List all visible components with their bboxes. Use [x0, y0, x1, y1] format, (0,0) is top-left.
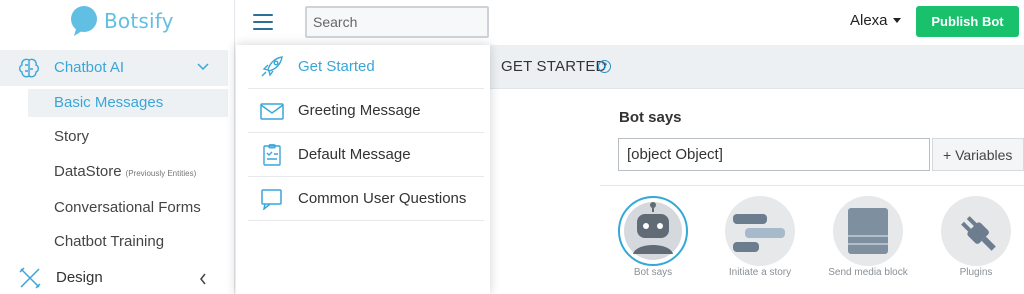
plug-icon: [961, 216, 996, 251]
sidebar-item-story[interactable]: Story: [28, 123, 228, 151]
sidebar-item-label: Story: [54, 128, 90, 145]
bot-says-input[interactable]: [619, 139, 929, 170]
menu-item-greeting-message[interactable]: Greeting Message: [248, 89, 484, 133]
variables-button[interactable]: + Variables: [932, 138, 1024, 171]
sidebar-item-conversational-forms[interactable]: Conversational Forms: [28, 194, 228, 222]
block-circle: [725, 196, 795, 266]
block-caption: Initiate a story: [728, 267, 792, 278]
block-circle: [941, 196, 1011, 266]
block-plugins[interactable]: Plugins: [921, 196, 1024, 286]
design-tools-icon: [19, 267, 41, 289]
brain-icon: [19, 58, 39, 78]
page-title: GET STARTED: [501, 58, 607, 75]
media-block-icon: [848, 208, 888, 254]
block-caption: Send media block: [828, 267, 908, 278]
block-circle: [833, 196, 903, 266]
menu-item-get-started[interactable]: Get Started: [248, 45, 484, 89]
chat-bubble-icon: [261, 189, 282, 210]
sidebar-item-label: Chatbot Training: [54, 233, 165, 250]
user-menu[interactable]: Alexa: [850, 12, 901, 29]
menu-item-label: Greeting Message: [298, 102, 421, 119]
menu-item-label: Common User Questions: [298, 190, 467, 207]
sidebar-item-chatbot-training[interactable]: Chatbot Training: [28, 228, 228, 256]
sidebar-item-label: Conversational Forms: [54, 199, 201, 216]
page-header: GET STARTED ?: [490, 45, 1024, 89]
user-name: Alexa: [850, 12, 888, 29]
sidebar-group-label: Design: [56, 269, 103, 286]
menu-toggle-icon[interactable]: [253, 14, 273, 30]
clipboard-icon: [263, 144, 281, 166]
sidebar-group-label: Chatbot AI: [54, 59, 125, 76]
menu-item-common-user-questions[interactable]: Common User Questions: [248, 177, 484, 221]
sidebar-item-basic-messages[interactable]: Basic Messages: [28, 89, 228, 117]
bot-says-field[interactable]: [618, 138, 930, 171]
sidebar-item-label: Basic Messages: [54, 94, 164, 111]
chevron-down-icon[interactable]: [196, 62, 210, 72]
sidebar-item-label: DataStore: [54, 163, 122, 180]
sidebar-item-datastore[interactable]: DataStore (Previously Entities): [28, 158, 228, 186]
sidebar-item-note: (Previously Entities): [125, 169, 197, 178]
sidebar-item-label-wrap: DataStore (Previously Entities): [54, 163, 196, 180]
block-circle: [618, 196, 688, 266]
rocket-icon: [261, 56, 283, 77]
brand-logo[interactable]: Botsify: [68, 4, 174, 38]
story-bars-icon: [733, 214, 785, 252]
chevron-left-icon[interactable]: [198, 272, 208, 286]
divider: [600, 185, 1024, 186]
block-caption: Bot says: [633, 267, 673, 278]
menu-item-label: Get Started: [298, 58, 375, 75]
block-initiate-story[interactable]: Initiate a story: [705, 196, 815, 286]
sidebar-group-design[interactable]: Design: [0, 262, 228, 294]
menu-item-default-message[interactable]: Default Message: [248, 133, 484, 177]
speech-bubble-logo-icon: [71, 6, 97, 36]
publish-bot-button[interactable]: Publish Bot: [916, 6, 1019, 37]
block-bot-says[interactable]: Bot says: [598, 196, 708, 286]
robot-icon: [624, 202, 682, 260]
bot-says-label: Bot says: [619, 109, 682, 126]
menu-item-label: Default Message: [298, 146, 411, 163]
caret-down-icon: [892, 18, 901, 23]
block-caption: Plugins: [959, 267, 993, 278]
brand-name: Botsify: [104, 9, 174, 33]
search-field[interactable]: [305, 6, 489, 38]
block-send-media[interactable]: Send media block: [813, 196, 923, 286]
envelope-icon: [260, 103, 284, 120]
sidebar-group-chatbot-ai[interactable]: Chatbot AI: [0, 50, 228, 86]
sidebar: Botsify Chatbot AI Basic Messages Story …: [0, 0, 235, 294]
search-input[interactable]: [307, 8, 487, 36]
question-circle-icon[interactable]: ?: [598, 60, 611, 73]
basic-messages-menu: Get Started Greeting Message Default Mes…: [236, 45, 490, 294]
